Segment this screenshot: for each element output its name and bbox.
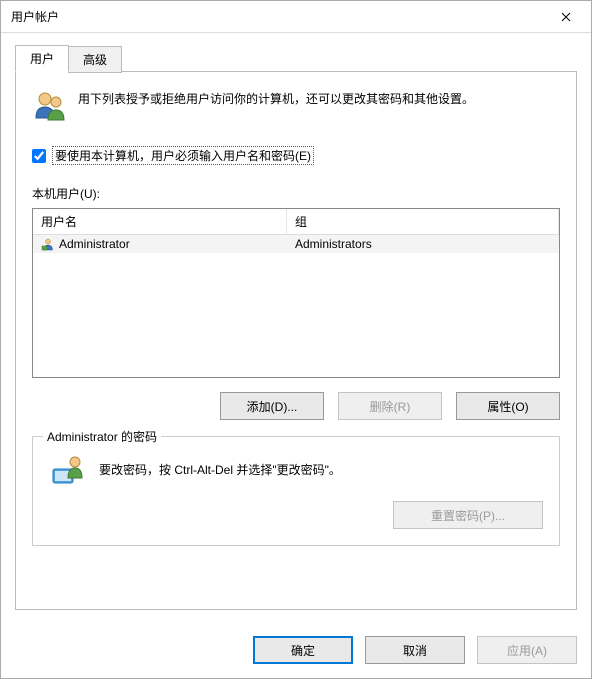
cancel-button[interactable]: 取消 bbox=[365, 636, 465, 664]
cell-username-text: Administrator bbox=[59, 237, 130, 251]
user-icon bbox=[41, 237, 55, 251]
require-password-checkbox[interactable] bbox=[32, 149, 46, 163]
titlebar: 用户帐户 bbox=[1, 1, 591, 33]
column-header-username[interactable]: 用户名 bbox=[33, 209, 287, 234]
password-info-row: 要改密码，按 Ctrl-Alt-Del 并选择"更改密码"。 bbox=[49, 451, 543, 487]
intro-section: 用下列表授予或拒绝用户访问你的计算机，还可以更改其密码和其他设置。 bbox=[32, 88, 560, 124]
properties-button[interactable]: 属性(O) bbox=[456, 392, 560, 420]
password-fieldset: Administrator 的密码 要改密码，按 Ctrl-Alt-Del 并选… bbox=[32, 436, 560, 546]
remove-button[interactable]: 删除(R) bbox=[338, 392, 442, 420]
list-header: 用户名 组 bbox=[33, 209, 559, 235]
close-icon bbox=[561, 12, 571, 22]
users-list-label: 本机用户(U): bbox=[32, 185, 560, 202]
add-button[interactable]: 添加(D)... bbox=[220, 392, 324, 420]
tab-users[interactable]: 用户 bbox=[15, 45, 69, 72]
users-listview[interactable]: 用户名 组 Administrator A bbox=[32, 208, 560, 378]
reset-password-button[interactable]: 重置密码(P)... bbox=[393, 501, 543, 529]
user-buttons-row: 添加(D)... 删除(R) 属性(O) bbox=[32, 392, 560, 420]
users-icon bbox=[32, 88, 68, 124]
require-password-label[interactable]: 要使用本计算机，用户必须输入用户名和密码(E) bbox=[52, 146, 314, 165]
password-text: 要改密码，按 Ctrl-Alt-Del 并选择"更改密码"。 bbox=[99, 461, 341, 478]
password-button-row: 重置密码(P)... bbox=[49, 501, 543, 529]
tab-strip: 用户 高级 bbox=[15, 45, 577, 72]
intro-text: 用下列表授予或拒绝用户访问你的计算机，还可以更改其密码和其他设置。 bbox=[78, 88, 474, 124]
list-row[interactable]: Administrator Administrators bbox=[33, 235, 559, 253]
window-title: 用户帐户 bbox=[11, 8, 543, 25]
column-header-group[interactable]: 组 bbox=[287, 209, 559, 234]
cell-username: Administrator bbox=[33, 235, 287, 253]
cell-group: Administrators bbox=[287, 235, 559, 253]
ok-button[interactable]: 确定 bbox=[253, 636, 353, 664]
user-accounts-dialog: 用户帐户 用户 高级 用下列表授予或拒绝用户访问你的计算机，还可以更改其密码和其 bbox=[0, 0, 592, 679]
password-legend: Administrator 的密码 bbox=[43, 428, 161, 445]
apply-button[interactable]: 应用(A) bbox=[477, 636, 577, 664]
close-button[interactable] bbox=[543, 2, 589, 32]
tab-panel-users: 用下列表授予或拒绝用户访问你的计算机，还可以更改其密码和其他设置。 要使用本计算… bbox=[15, 71, 577, 610]
tab-advanced[interactable]: 高级 bbox=[68, 46, 122, 73]
require-password-row: 要使用本计算机，用户必须输入用户名和密码(E) bbox=[32, 146, 560, 165]
key-user-icon bbox=[49, 451, 85, 487]
dialog-footer: 确定 取消 应用(A) bbox=[1, 624, 591, 678]
